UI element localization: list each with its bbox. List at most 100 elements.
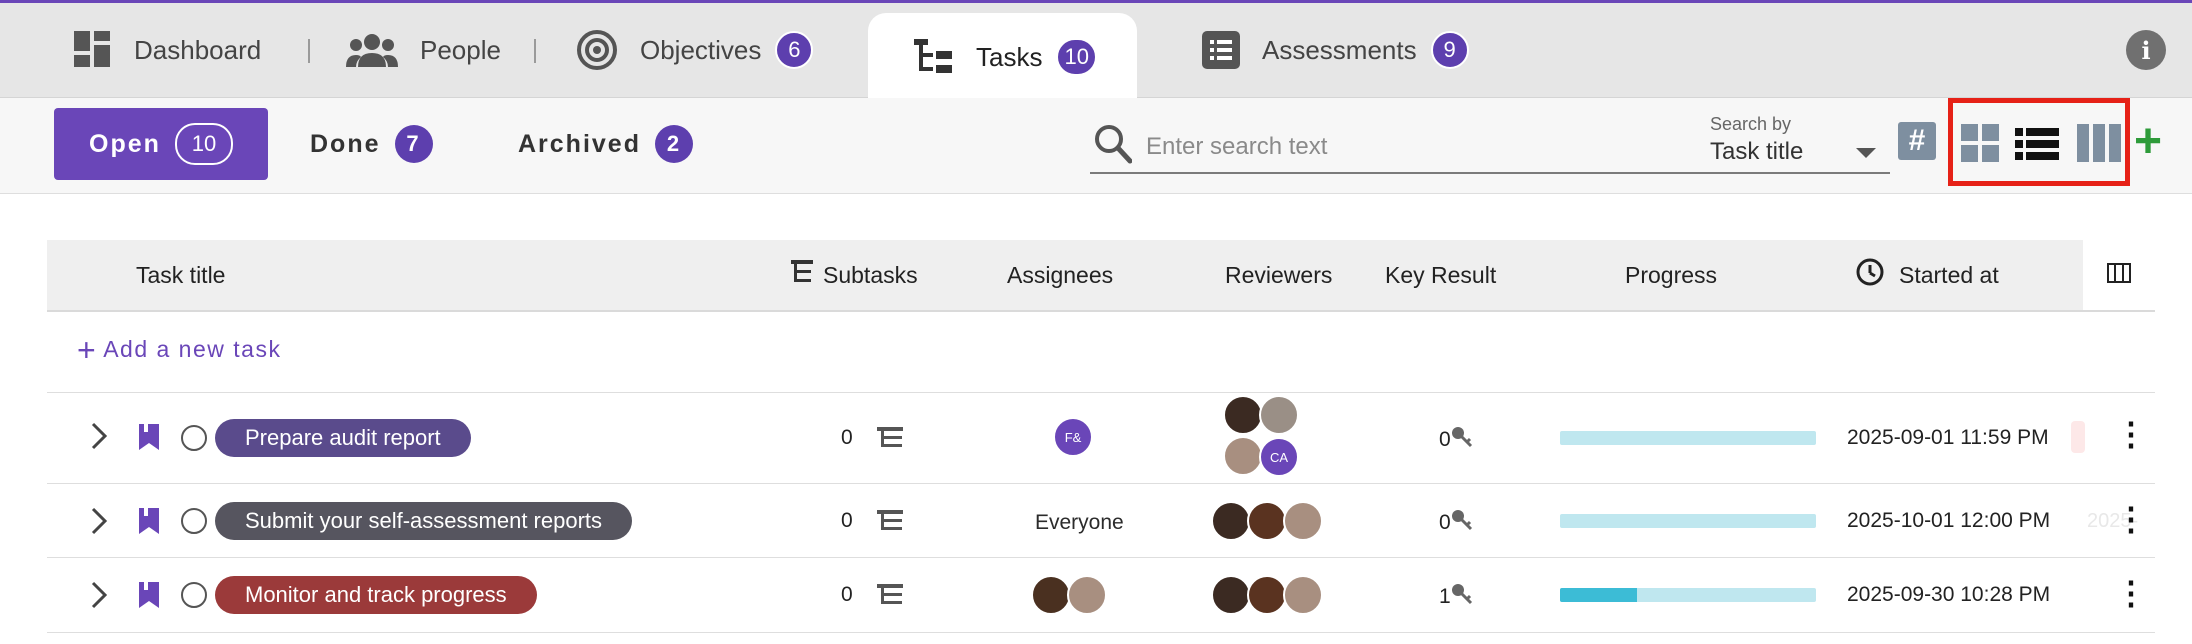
status-tab-open[interactable]: Open 10 [54, 108, 268, 180]
list-view-icon[interactable] [2015, 128, 2059, 165]
chevron-down-icon[interactable] [1856, 148, 1876, 158]
column-header-label: Subtasks [823, 261, 918, 288]
search-input[interactable] [1144, 132, 1668, 162]
tab-label: Dashboard [134, 34, 262, 65]
status-tab-done[interactable]: Done 7 [310, 108, 433, 180]
columns-icon [2107, 262, 2131, 289]
add-task-button[interactable]: + [2134, 118, 2162, 166]
table-row[interactable]: Monitor and track progress 0 1 2025-09-3… [47, 558, 2155, 633]
hash-icon[interactable]: # [1898, 122, 1936, 160]
chevron-right-icon[interactable] [89, 421, 109, 451]
status-tab-label: Open [89, 129, 161, 158]
tab-tasks[interactable]: Tasks 10 [868, 13, 1137, 101]
assignees-group[interactable] [1031, 575, 1107, 615]
tasks-tree-icon [914, 39, 954, 75]
search-by-select[interactable]: Task title [1710, 138, 1803, 166]
chevron-right-icon[interactable] [89, 506, 109, 536]
people-icon [346, 33, 398, 67]
status-tab-label: Done [310, 129, 381, 158]
complete-task-checkbox[interactable] [181, 582, 207, 608]
task-toolbar: Open 10 Done 7 Archived 2 Search by Task… [0, 98, 2192, 194]
search-bar: Search by Task title [1090, 114, 1890, 174]
key-icon [1451, 583, 1473, 611]
open-count-badge: 10 [174, 123, 233, 165]
progress-bar [1560, 514, 1816, 528]
more-options-icon[interactable]: ⋮ [2115, 494, 2147, 544]
tab-assessments[interactable]: Assessments 9 [1202, 3, 1469, 97]
bookmark-icon[interactable] [139, 508, 159, 534]
avatar [1211, 575, 1251, 615]
complete-task-checkbox[interactable] [181, 425, 207, 451]
key-icon [1451, 509, 1473, 537]
bookmark-icon[interactable] [139, 582, 159, 608]
chevron-right-icon[interactable] [89, 580, 109, 610]
column-header-key-result[interactable]: Key Result [1385, 240, 1496, 310]
started-at: 2025-09-30 10:28 PM [1847, 583, 2051, 606]
subtasks-icon[interactable] [877, 427, 903, 449]
reviewers-group[interactable] [1211, 575, 1323, 615]
add-new-task-label: Add a new task [103, 336, 282, 362]
complete-task-checkbox[interactable] [181, 508, 207, 534]
avatar: F& [1053, 417, 1093, 457]
add-new-task-link[interactable]: + Add a new task [77, 331, 282, 368]
search-icon [1094, 124, 1133, 169]
avatar [1211, 501, 1251, 541]
key-result-count[interactable]: 1 [1439, 583, 1473, 611]
status-tab-archived[interactable]: Archived 2 [518, 108, 693, 180]
subtask-count: 0 [841, 426, 853, 449]
progress-bar [1560, 588, 1816, 602]
clock-icon [1855, 257, 1885, 293]
avatar [1031, 575, 1071, 615]
subtask-count: 0 [841, 509, 853, 532]
task-title[interactable]: Submit your self-assessment reports [215, 502, 633, 540]
info-icon[interactable]: i [2126, 30, 2166, 70]
tasks-count-badge: 10 [1056, 38, 1097, 76]
done-count-badge: 7 [394, 125, 433, 163]
subtasks-icon [791, 260, 813, 290]
tab-dashboard[interactable]: Dashboard [74, 3, 261, 97]
tab-label: Tasks [976, 41, 1043, 72]
target-icon [576, 29, 618, 71]
column-header-started-at[interactable]: Started at [1855, 240, 1999, 310]
column-header-assignees[interactable]: Assignees [1007, 240, 1113, 310]
assignees-everyone[interactable]: Everyone [1035, 511, 1124, 535]
reviewers-group[interactable] [1211, 501, 1323, 541]
objectives-count-badge: 6 [775, 31, 814, 69]
more-options-icon[interactable]: ⋮ [2115, 568, 2147, 618]
plus-icon: + [77, 331, 98, 368]
status-indicator [2071, 421, 2085, 453]
table-row[interactable]: Prepare audit report 0 F& CA 0 2025-09-0… [47, 393, 2155, 484]
column-header-progress[interactable]: Progress [1625, 240, 1717, 310]
bookmark-icon[interactable] [139, 424, 159, 450]
search-by-label: Search by [1710, 114, 1792, 134]
status-tab-label: Archived [518, 129, 641, 158]
assessments-count-badge: 9 [1430, 31, 1469, 69]
task-table-header: Task title Subtasks Assignees Reviewers … [47, 240, 2155, 312]
progress-bar [1560, 431, 1816, 445]
column-header-task-title[interactable]: Task title [136, 240, 225, 310]
tab-label: People [420, 34, 501, 65]
column-header-reviewers[interactable]: Reviewers [1225, 240, 1332, 310]
task-title[interactable]: Monitor and track progress [215, 576, 537, 614]
assignees-group[interactable]: F& [1053, 417, 1093, 457]
tab-objectives[interactable]: Objectives 6 [576, 3, 814, 97]
column-header-subtasks[interactable]: Subtasks [791, 240, 918, 310]
grid-view-icon[interactable] [1961, 124, 1999, 167]
main-tab-bar: Dashboard People Objectives 6 Tasks 10 A… [0, 3, 2192, 101]
subtasks-icon[interactable] [877, 584, 903, 606]
avatar [1067, 575, 1107, 615]
view-mode-switcher [1948, 98, 2130, 186]
avatar [1259, 395, 1299, 435]
reviewers-group[interactable]: CA [1213, 395, 1313, 477]
task-title[interactable]: Prepare audit report [215, 419, 471, 457]
tab-people[interactable]: People [346, 3, 501, 97]
subtasks-icon[interactable] [877, 510, 903, 532]
more-options-icon[interactable]: ⋮ [2115, 409, 2147, 459]
column-view-icon[interactable] [2077, 124, 2121, 167]
tab-label: Objectives [640, 34, 762, 65]
key-result-count[interactable]: 0 [1439, 426, 1473, 454]
table-row[interactable]: Submit your self-assessment reports 0 Ev… [47, 484, 2155, 558]
avatar [1223, 395, 1263, 435]
column-settings-button[interactable] [2083, 240, 2155, 310]
key-result-count[interactable]: 0 [1439, 509, 1473, 537]
